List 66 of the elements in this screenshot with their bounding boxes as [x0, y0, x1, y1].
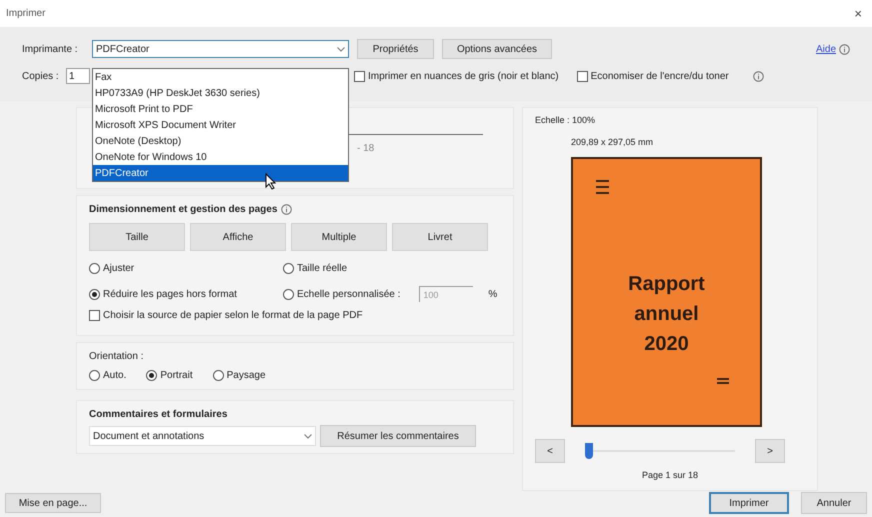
button[interactable]: Résumer les commentaires	[320, 425, 476, 447]
comments-select[interactable]: Document et annotations	[89, 426, 316, 446]
radio-button[interactable]	[283, 263, 294, 274]
section-title: Dimensionnement et gestion des pages	[89, 203, 278, 217]
printer-select[interactable]: PDFCreator	[92, 40, 349, 58]
copies-label: Copies :	[22, 70, 60, 84]
cover-title: Rapport annuel 2020	[627, 272, 706, 357]
radio-button[interactable]	[89, 288, 100, 300]
scale-field[interactable]: 100	[419, 286, 474, 302]
lines-icon	[716, 377, 730, 385]
copies-field[interactable]: 1	[66, 68, 90, 84]
dropdown-option[interactable]: Fax	[93, 69, 348, 85]
tab[interactable]: Affiche	[190, 223, 286, 251]
lines-icon	[595, 179, 610, 195]
print-button[interactable]: Imprimer	[709, 492, 789, 514]
checkbox-label: Economiser de l'encre/du toner	[590, 70, 729, 84]
printer-label: Imprimante :	[22, 42, 79, 56]
section-title: Orientation :	[89, 350, 144, 364]
page-range-text: - 18	[357, 142, 374, 156]
page-slider[interactable]	[585, 443, 735, 459]
button[interactable]: Options avancées	[442, 39, 552, 59]
checkbox-label: Choisir la source de papier selon le format de la page PDF	[103, 309, 363, 323]
checkbox[interactable]	[89, 310, 100, 321]
button[interactable]: Annuler	[801, 492, 867, 514]
radio-label: Paysage	[226, 369, 266, 383]
info-icon	[752, 70, 764, 82]
dropdown-option[interactable]: Microsoft Print to PDF	[93, 101, 348, 117]
checkbox-label: Imprimer en nuances de gris (noir et blanc)	[368, 70, 559, 84]
scale-text: Echelle : 100%	[535, 114, 596, 127]
radio-label: Auto.	[103, 369, 126, 383]
dropdown-option[interactable]: PDFCreator	[93, 165, 348, 181]
radio-label: Taille réelle	[297, 262, 348, 276]
tab[interactable]: Multiple	[291, 223, 387, 251]
chevron-down-icon	[337, 46, 345, 52]
checkbox[interactable]	[576, 70, 588, 82]
page-size-text: 209,89 x 297,05 mm	[571, 136, 654, 148]
page-indicator: Page 1 sur 18	[640, 469, 700, 482]
radio-button[interactable]	[146, 370, 158, 381]
window-title: Imprimer	[6, 7, 46, 21]
tab[interactable]: Livret	[392, 223, 488, 251]
button[interactable]: Mise en page...	[5, 493, 101, 513]
button[interactable]: Propriétés	[357, 39, 434, 59]
radio-label: Portrait	[160, 369, 193, 383]
radio-label: Echelle personnalisée :	[297, 288, 400, 302]
dropdown-option[interactable]: OneNote (Desktop)	[93, 133, 348, 149]
close-button[interactable]: ×	[850, 4, 866, 24]
tab[interactable]: Taille	[89, 223, 185, 251]
section-title: Commentaires et formulaires	[89, 408, 228, 422]
button[interactable]: >	[755, 439, 785, 463]
radio-label: Ajuster	[103, 262, 134, 276]
dropdown-option[interactable]: HP0733A9 (HP DeskJet 3630 series)	[93, 85, 348, 101]
info-icon	[281, 204, 292, 215]
radio-button[interactable]	[89, 370, 100, 381]
percent-sign: %	[488, 288, 498, 302]
radio-button[interactable]	[212, 370, 224, 381]
radio-button[interactable]	[283, 288, 294, 300]
button[interactable]: <	[535, 439, 565, 463]
radio-button[interactable]	[89, 263, 100, 274]
radio-label: Réduire les pages hors format	[103, 288, 237, 302]
checkbox[interactable]	[354, 70, 365, 82]
info-icon	[839, 44, 850, 54]
slider-thumb[interactable]	[585, 443, 593, 459]
help-link[interactable]: Aide	[816, 42, 836, 56]
dropdown-option[interactable]: OneNote for Windows 10	[93, 149, 348, 165]
dropdown-option[interactable]: Microsoft XPS Document Writer	[93, 117, 348, 133]
chevron-down-icon	[304, 434, 312, 438]
